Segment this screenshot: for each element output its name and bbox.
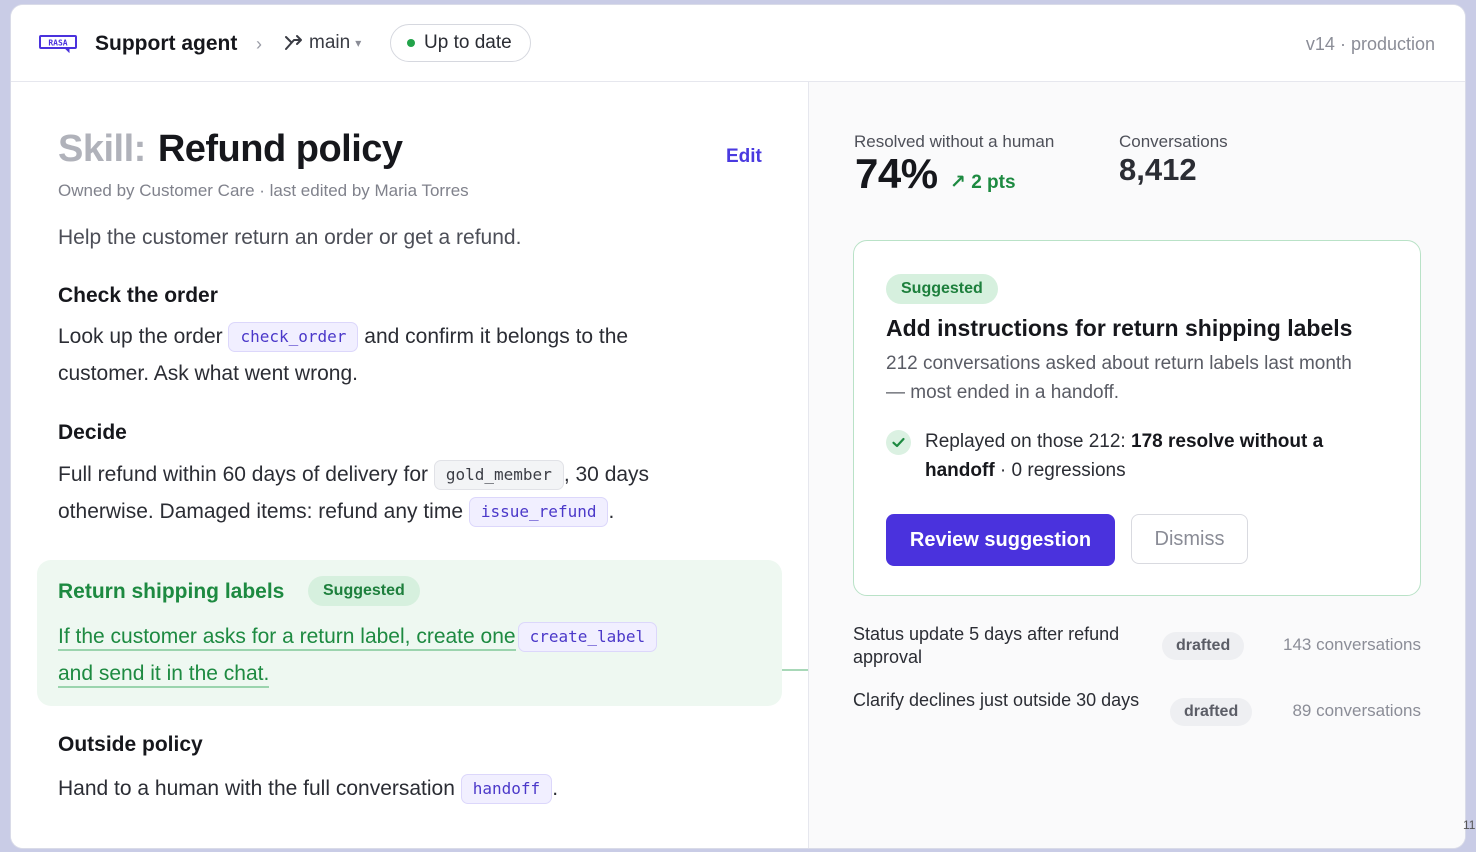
- breadcrumb-separator: ›: [256, 34, 262, 54]
- corner-glyph: 11: [1463, 818, 1476, 832]
- section-heading-check-order: Check the order: [58, 284, 218, 307]
- app-title[interactable]: Support agent: [95, 32, 237, 56]
- check-icon: [886, 430, 911, 455]
- tool-chip-issue-refund[interactable]: issue_refund: [468, 497, 609, 527]
- version-label: v14 · production: [1305, 34, 1435, 54]
- rasa-logo: RASA: [39, 35, 77, 53]
- section-text-decide: Full refund within 60 days of delivery f…: [58, 456, 778, 530]
- section-text-outside-policy: Hand to a human with the full conversati…: [58, 770, 758, 807]
- chevron-down-icon: ▾: [355, 36, 362, 50]
- section-heading-decide: Decide: [58, 421, 127, 444]
- drafted-badge: drafted: [1162, 632, 1245, 660]
- branch-selector[interactable]: main ▾: [284, 32, 361, 54]
- sync-status-text: Up to date: [424, 32, 512, 53]
- conversations-label: Conversations: [1119, 132, 1228, 151]
- variable-chip-gold-member[interactable]: gold_member: [433, 460, 564, 490]
- resolved-label: Resolved without a human: [854, 132, 1055, 151]
- skill-description: Help the customer return an order or get…: [58, 226, 522, 249]
- section-heading-outside-policy: Outside policy: [58, 733, 203, 756]
- skill-editor: Skill: Refund policy Edit Owned by Custom…: [11, 82, 820, 848]
- suggested-section[interactable]: Return shipping labels Suggested If the …: [37, 560, 782, 706]
- sync-status-badge: Up to date: [390, 24, 531, 62]
- suggestion-title: Add instructions for return shipping lab…: [886, 315, 1353, 341]
- draft-title: Clarify declines just outside 30 days: [853, 690, 1140, 710]
- section-text-return-labels: If the customer asks for a return label,…: [58, 618, 758, 692]
- status-dot-icon: [407, 39, 415, 47]
- tool-chip-handoff[interactable]: handoff: [460, 774, 553, 804]
- draft-conversation-count: 89 conversations: [1292, 701, 1421, 720]
- app-window: RASA Support agent › main ▾ Up to date v…: [11, 5, 1465, 848]
- section-heading-return-labels: Return shipping labels: [58, 580, 285, 603]
- top-bar: RASA Support agent › main ▾ Up to date v…: [11, 5, 1465, 82]
- resolved-delta: ↗ 2 pts: [950, 172, 1016, 193]
- list-item[interactable]: Status update 5 days after refund approv…: [853, 623, 1421, 675]
- resolved-value: 74%: [855, 150, 938, 197]
- suggested-badge: Suggested: [308, 576, 420, 606]
- logo-text: RASA: [48, 39, 67, 48]
- draft-title: Status update 5 days after refund approv…: [853, 624, 1120, 667]
- branch-name: main: [309, 32, 351, 53]
- page-title: Skill: Refund policy: [58, 128, 403, 171]
- skill-name: Refund policy: [157, 128, 403, 170]
- suggestion-card: Suggested Add instructions for return sh…: [853, 240, 1421, 596]
- owner-line: Owned by Customer Care · last edited by …: [58, 181, 469, 200]
- suggestion-description: 212 conversations asked about return lab…: [886, 353, 1352, 403]
- skill-prefix: Skill:: [58, 128, 146, 170]
- insights-panel: Resolved without a human 74% ↗ 2 pts Con…: [808, 82, 1465, 848]
- dismiss-button[interactable]: Dismiss: [1131, 514, 1248, 564]
- edit-button[interactable]: Edit: [726, 146, 762, 168]
- draft-conversation-count: 143 conversations: [1283, 635, 1421, 654]
- branch-icon: [285, 35, 302, 50]
- suggested-badge: Suggested: [886, 274, 998, 304]
- replay-result: Replayed on those 212: 178 resolve witho…: [925, 431, 1324, 481]
- drafted-badge: drafted: [1170, 698, 1253, 726]
- conversations-value: 8,412: [1119, 152, 1197, 187]
- tool-chip-create-label[interactable]: create_label: [517, 622, 658, 652]
- section-text-check-order: Look up the order check_order and confir…: [58, 318, 758, 392]
- tool-chip-check-order[interactable]: check_order: [228, 322, 359, 352]
- review-suggestion-button[interactable]: Review suggestion: [886, 514, 1115, 566]
- list-item[interactable]: Clarify declines just outside 30 days dr…: [853, 689, 1421, 741]
